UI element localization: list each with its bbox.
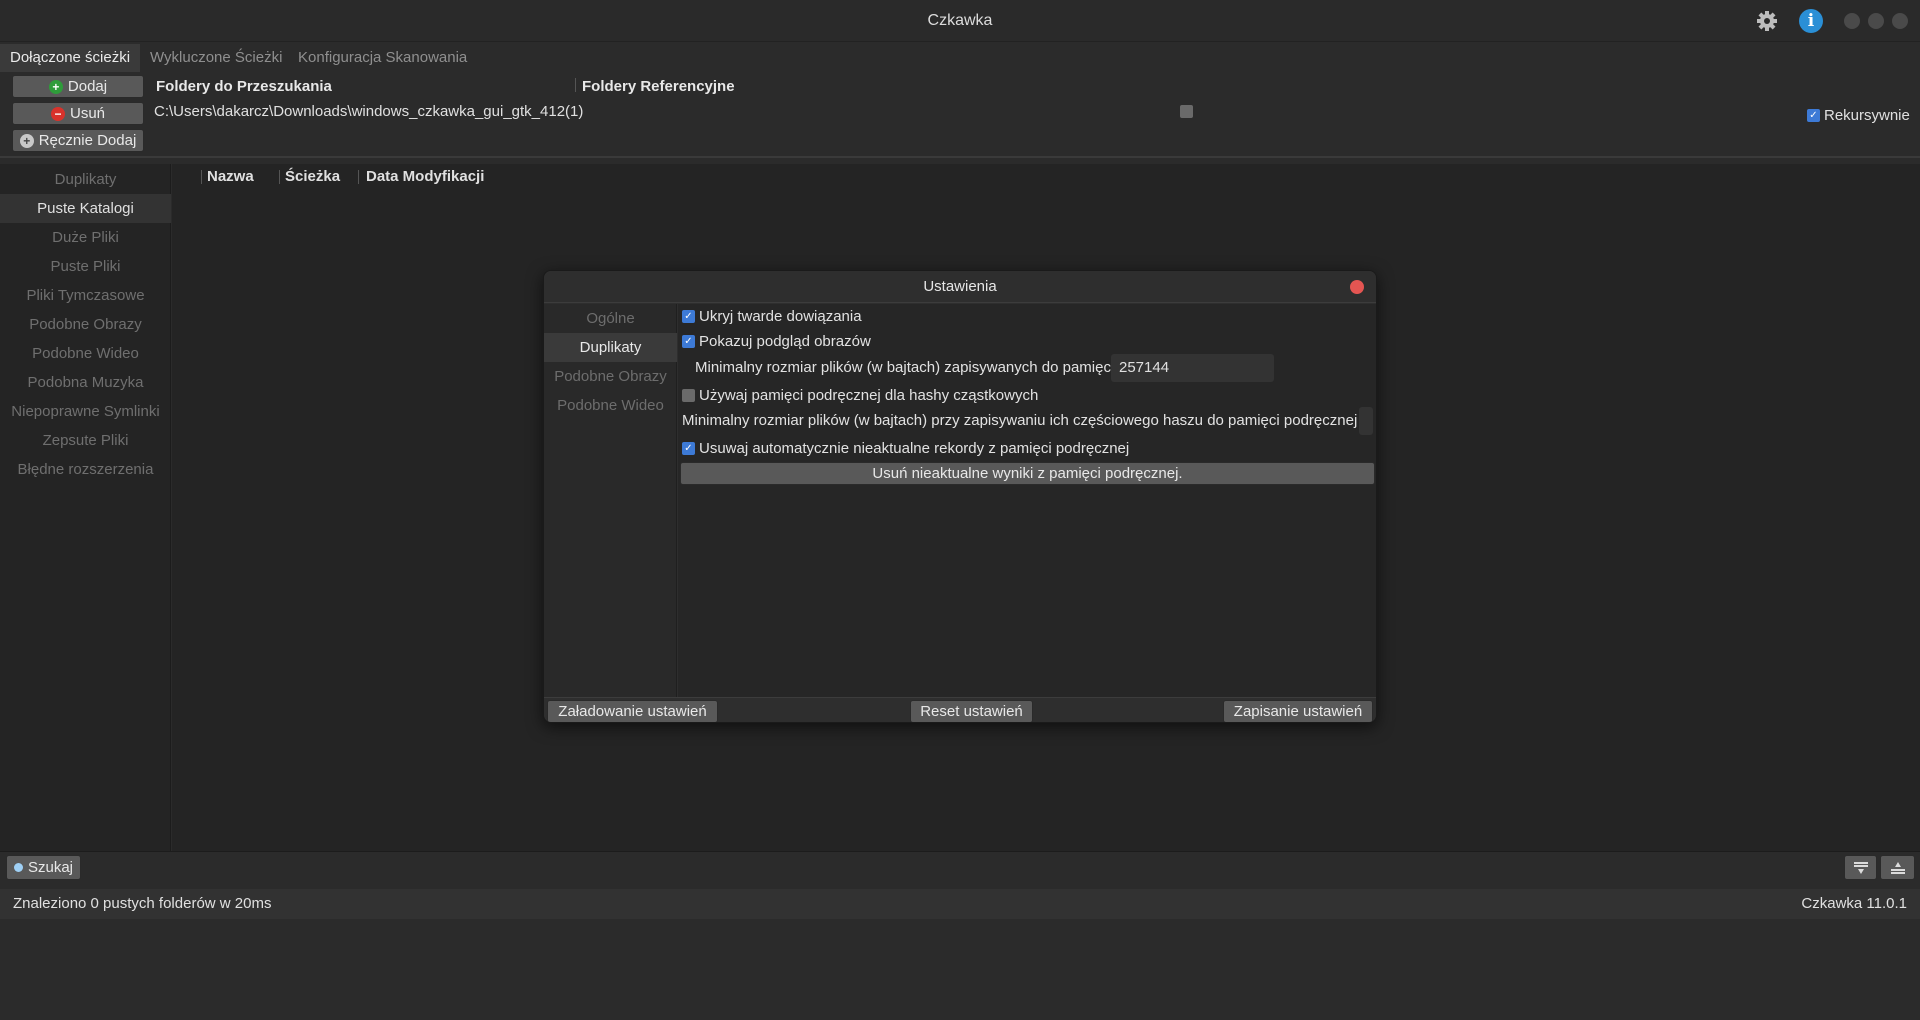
manual-add-icon: +: [19, 133, 34, 148]
column-separator: [279, 170, 280, 184]
info-icon[interactable]: i: [1799, 9, 1823, 33]
status-message: Znaleziono 0 pustych folderów w 20ms: [13, 895, 272, 912]
column-header-name[interactable]: Nazwa: [207, 168, 254, 185]
show-preview-option[interactable]: ✓ Pokazuj podgląd obrazów: [682, 333, 871, 350]
sidebar-item-bad-extensions[interactable]: Błędne rozszerzenia: [0, 455, 171, 484]
column-separator: [575, 78, 576, 92]
sidebar-item-duplicates[interactable]: Duplikaty: [0, 165, 171, 194]
sidebar-item-similar-videos[interactable]: Podobne Wideo: [0, 339, 171, 368]
tab-included-paths[interactable]: Dołączone ścieżki: [0, 44, 141, 72]
use-prehash-checkbox[interactable]: [682, 389, 695, 402]
minimize-button[interactable]: [1844, 13, 1860, 29]
search-button-label: Szukaj: [27, 859, 74, 876]
maximize-button[interactable]: [1868, 13, 1884, 29]
min-prehash-size-input[interactable]: [1359, 407, 1373, 435]
collapse-panel-button[interactable]: [1844, 855, 1877, 880]
settings-tab-duplicates[interactable]: Duplikaty: [544, 333, 677, 362]
dialog-close-button[interactable]: [1350, 280, 1364, 294]
reset-settings-button-label: Reset ustawień: [920, 703, 1023, 720]
dialog-button-bar: Załadowanie ustawień Reset ustawień Zapi…: [544, 697, 1376, 722]
recursive-checkbox[interactable]: ✓: [1807, 108, 1820, 122]
remove-icon: −: [50, 106, 65, 121]
tab-scan-config[interactable]: Konfiguracja Skanowania: [288, 44, 477, 72]
path-text: C:\Users\dakarcz\Downloads\windows_czkaw…: [154, 103, 584, 120]
load-settings-button[interactable]: Załadowanie ustawień: [547, 700, 718, 722]
tab-excluded-paths[interactable]: Wykluczone Ścieżki: [140, 44, 292, 72]
min-prehash-size-label: Minimalny rozmiar plików (w bajtach) prz…: [682, 412, 1358, 429]
column-header-search-folders[interactable]: Foldery do Przeszukania: [156, 78, 332, 95]
path-row[interactable]: C:\Users\dakarcz\Downloads\windows_czkaw…: [152, 102, 1792, 124]
show-preview-checkbox[interactable]: ✓: [682, 335, 695, 348]
search-icon: [13, 863, 23, 872]
recursive-toggle[interactable]: ✓ Rekursywnie: [1807, 106, 1910, 124]
remove-button-label: Usuń: [69, 105, 106, 122]
remove-outdated-button[interactable]: Usuń nieaktualne wyniki z pamięci podręc…: [680, 462, 1375, 485]
dialog-title: Ustawienia: [544, 271, 1376, 303]
status-bar: Znaleziono 0 pustych folderów w 20ms Czk…: [0, 889, 1920, 919]
manual-add-button[interactable]: + Ręcznie Dodaj: [12, 129, 144, 152]
sidebar-item-similar-music[interactable]: Podobna Muzyka: [0, 368, 171, 397]
remove-button[interactable]: − Usuń: [12, 102, 144, 125]
settings-content: ✓ Ukryj twarde dowiązania ✓ Pokazuj podg…: [678, 304, 1376, 697]
auto-remove-label: Usuwaj automatycznie nieaktualne rekordy…: [699, 440, 1130, 457]
search-button[interactable]: Szukaj: [6, 855, 81, 880]
remove-outdated-button-label: Usuń nieaktualne wyniki z pamięci podręc…: [872, 465, 1183, 482]
sidebar-item-invalid-symlinks[interactable]: Niepoprawne Symlinki: [0, 397, 171, 426]
settings-tab-similar-images[interactable]: Podobne Obrazy: [544, 362, 677, 391]
use-prehash-option[interactable]: Używaj pamięci podręcznej dla hashy cząs…: [682, 387, 1038, 404]
settings-tabs: Ogólne Duplikaty Podobne Obrazy Podobne …: [544, 304, 677, 697]
sidebar-item-empty-folders[interactable]: Puste Katalogi: [0, 194, 171, 223]
title-bar: Czkawka i: [0, 0, 1920, 42]
load-settings-button-label: Załadowanie ustawień: [558, 703, 707, 720]
column-separator: [358, 170, 359, 184]
hide-hardlinks-label: Ukryj twarde dowiązania: [699, 308, 862, 325]
expand-panel-button[interactable]: [1880, 855, 1915, 880]
settings-dialog: Ustawienia Ogólne Duplikaty Podobne Obra…: [543, 270, 1377, 723]
sidebar-item-empty-files[interactable]: Puste Pliki: [0, 252, 171, 281]
recursive-label: Rekursywnie: [1824, 106, 1910, 124]
column-header-modified[interactable]: Data Modyfikacji: [366, 168, 484, 185]
add-icon: +: [48, 79, 63, 94]
min-cache-size-input[interactable]: 257144: [1111, 354, 1274, 382]
auto-remove-option[interactable]: ✓ Usuwaj automatycznie nieaktualne rekor…: [682, 440, 1129, 457]
app-version: Czkawka 11.0.1: [1801, 895, 1907, 912]
window-title: Czkawka: [927, 12, 993, 29]
bottom-toolbar: Szukaj: [0, 851, 1920, 887]
auto-remove-checkbox[interactable]: ✓: [682, 442, 695, 455]
reset-settings-button[interactable]: Reset ustawień: [910, 700, 1033, 722]
settings-tab-similar-videos[interactable]: Podobne Wideo: [544, 391, 677, 420]
sidebar-item-similar-images[interactable]: Podobne Obrazy: [0, 310, 171, 339]
column-separator: [201, 170, 202, 184]
expand-up-icon: [1890, 861, 1905, 874]
add-button-label: Dodaj: [67, 78, 108, 95]
hide-hardlinks-option[interactable]: ✓ Ukryj twarde dowiązania: [682, 308, 862, 325]
sidebar-item-broken-files[interactable]: Zepsute Pliki: [0, 426, 171, 455]
settings-gear-icon[interactable]: [1756, 10, 1778, 32]
sidebar-item-big-files[interactable]: Duże Pliki: [0, 223, 171, 252]
included-paths-panel: + Dodaj − Usuń + Ręcznie Dodaj Foldery d…: [0, 72, 1920, 158]
hide-hardlinks-checkbox[interactable]: ✓: [682, 310, 695, 323]
settings-tab-general[interactable]: Ogólne: [544, 304, 677, 333]
column-header-reference-folders[interactable]: Foldery Referencyjne: [582, 78, 735, 95]
collapse-down-icon: [1853, 861, 1868, 874]
column-header-path[interactable]: Ścieżka: [285, 168, 340, 185]
path-tabs: Dołączone ścieżki Wykluczone Ścieżki Kon…: [0, 44, 1920, 72]
save-settings-button-label: Zapisanie ustawień: [1233, 703, 1363, 720]
save-settings-button[interactable]: Zapisanie ustawień: [1223, 700, 1373, 722]
manual-add-button-label: Ręcznie Dodaj: [38, 132, 137, 149]
show-preview-label: Pokazuj podgląd obrazów: [699, 333, 871, 350]
sidebar-item-temp-files[interactable]: Pliki Tymczasowe: [0, 281, 171, 310]
reference-checkbox[interactable]: [1180, 105, 1193, 118]
tool-sidebar: Duplikaty Puste Katalogi Duże Pliki Pust…: [0, 164, 171, 851]
use-prehash-label: Używaj pamięci podręcznej dla hashy cząs…: [699, 387, 1039, 404]
add-button[interactable]: + Dodaj: [12, 75, 144, 98]
close-window-button[interactable]: [1892, 13, 1908, 29]
